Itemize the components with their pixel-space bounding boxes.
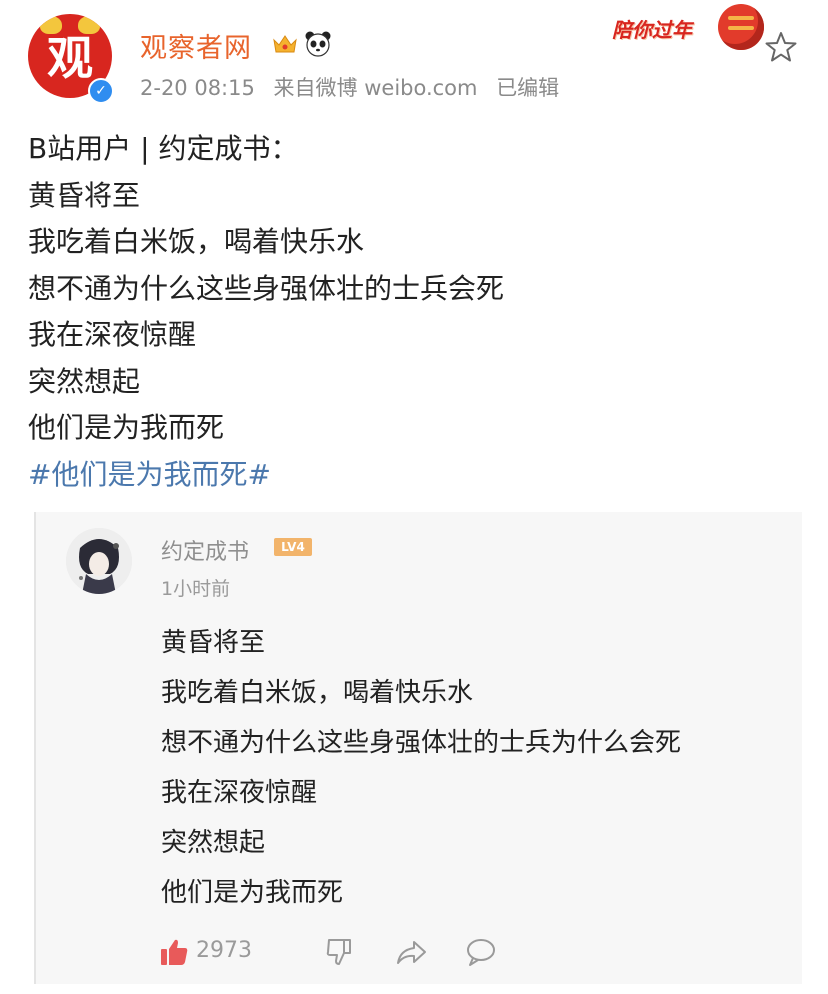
comment-line: 黄昏将至 <box>161 628 266 658</box>
quoted-comment-card: 约定成书 LV4 1小时前 黄昏将至 我吃着白米饭，喝着快乐水 想不通为什么这些… <box>34 512 802 984</box>
thumbs-down-icon[interactable] <box>324 936 356 968</box>
panda-icon[interactable] <box>304 30 332 58</box>
comment-line: 他们是为我而死 <box>161 878 344 908</box>
comment-actions: 2973 <box>158 932 495 976</box>
comment-icon[interactable] <box>464 936 498 968</box>
lantern-icon <box>718 4 764 50</box>
author-name[interactable]: 观察者网 <box>140 26 252 65</box>
post-line: B站用户 | 约定成书： <box>28 132 299 165</box>
verified-icon: ✓ <box>88 78 114 104</box>
post-line: 我在深夜惊醒 <box>28 318 197 351</box>
share-icon[interactable] <box>394 936 428 968</box>
post-timestamp: 2-20 08:15 <box>140 76 255 100</box>
edited-label[interactable]: 已编辑 <box>496 76 559 100</box>
star-icon[interactable] <box>764 30 798 64</box>
post-line: 他们是为我而死 <box>28 411 225 444</box>
post-line: 突然想起 <box>28 364 141 398</box>
comment-line: 想不通为什么这些身强体壮的士兵为什么会死 <box>161 728 682 758</box>
post-line: 黄昏将至 <box>28 178 141 212</box>
comment-text: 黄昏将至 我吃着白米饭，喝着快乐水 想不通为什么这些身强体壮的士兵为什么会死 我… <box>161 618 681 918</box>
crown-icon[interactable] <box>272 32 298 56</box>
commenter-avatar[interactable] <box>66 528 132 594</box>
level-badge: LV4 <box>274 538 312 556</box>
comment-line: 突然想起 <box>161 828 266 858</box>
comment-time: 1小时前 <box>161 578 231 600</box>
post-header: 观 ✓ 观察者网 2-20 08:15 来自微博 weibo.com 已编辑 陪… <box>0 0 828 110</box>
hashtag-link[interactable]: #他们是为我而死# <box>28 452 808 499</box>
post-source: 来自微博 weibo.com <box>273 76 478 100</box>
commenter-name[interactable]: 约定成书 <box>161 534 249 566</box>
post-line: 我吃着白米饭，喝着快乐水 <box>28 225 365 258</box>
thumbs-up-icon[interactable] <box>158 936 190 968</box>
post-line: 想不通为什么这些身强体壮的士兵会死 <box>28 271 505 305</box>
post-text: B站用户 | 约定成书： 黄昏将至 我吃着白米饭，喝着快乐水 想不通为什么这些身… <box>28 126 808 498</box>
post-meta: 2-20 08:15 来自微博 weibo.com 已编辑 <box>140 72 571 102</box>
comment-line: 我在深夜惊醒 <box>161 778 318 808</box>
comment-line: 我吃着白米饭，喝着快乐水 <box>161 678 474 708</box>
like-count: 2973 <box>196 938 252 963</box>
